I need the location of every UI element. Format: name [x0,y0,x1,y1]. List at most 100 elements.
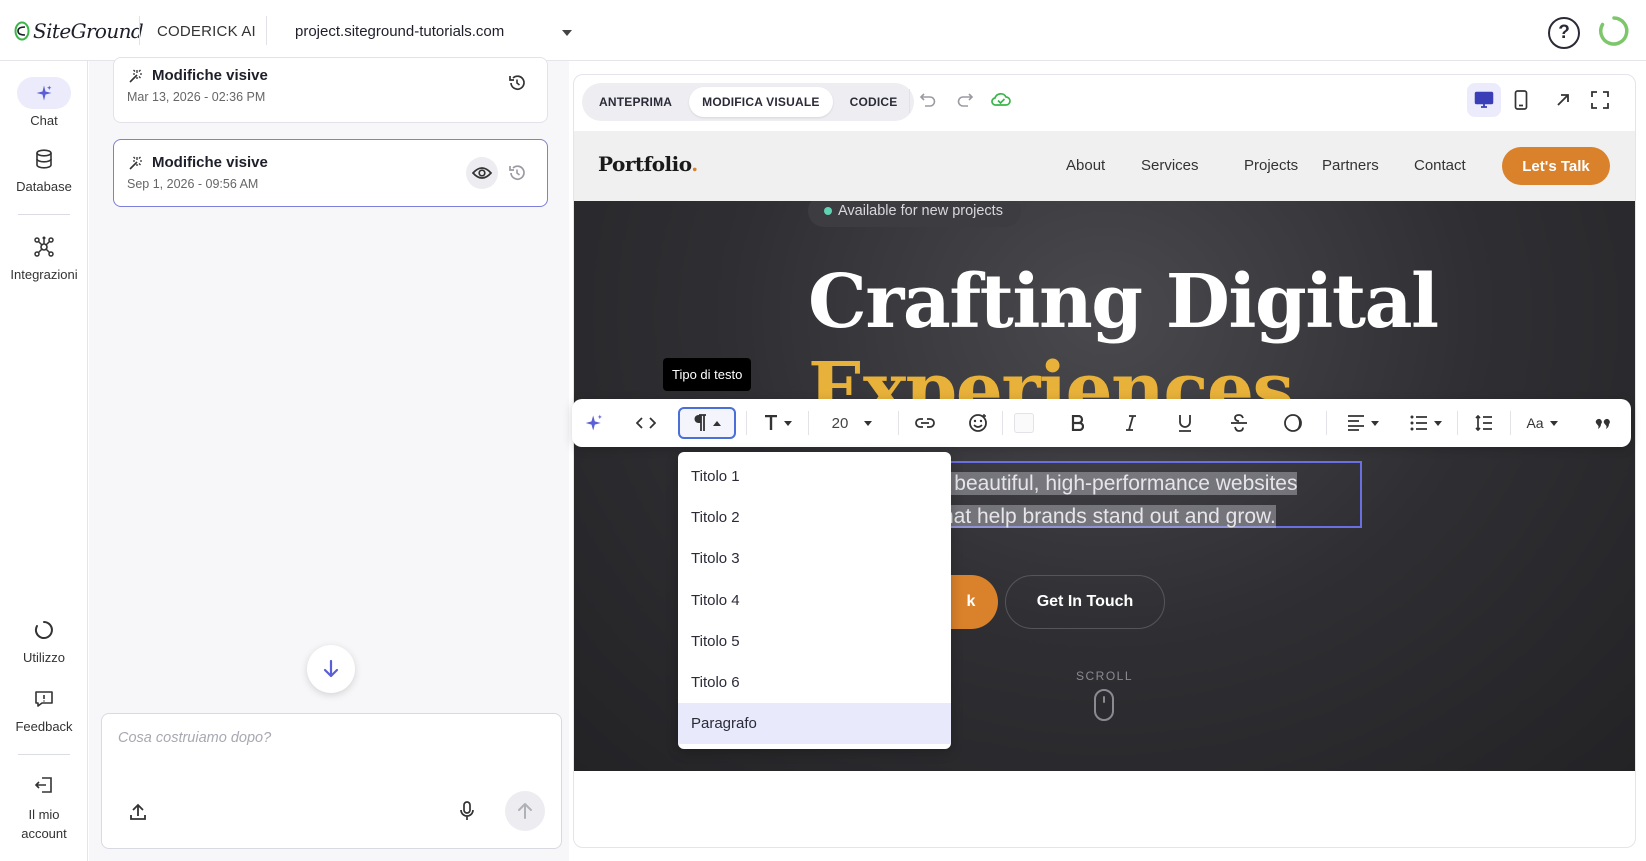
option-titolo-3[interactable]: Titolo 3 [678,538,951,579]
site-nav-about[interactable]: About [1066,157,1105,174]
sparkle-icon [585,414,602,431]
divider [266,16,267,45]
loading-spinner-icon [1599,16,1629,46]
open-external-icon[interactable] [1555,92,1571,108]
history-card[interactable]: Modifiche visive Mar 13, 2026 - 02:36 PM [113,57,548,123]
strikethrough-button[interactable] [1212,407,1266,439]
html-code-button[interactable] [634,407,658,439]
cloud-saved-icon[interactable] [990,89,1012,109]
chevron-down-icon[interactable] [561,29,573,37]
nav-label: Chat [30,113,58,128]
eye-icon [472,167,492,179]
divider [1326,411,1327,435]
domain-selector[interactable]: project.siteground-tutorials.com [295,23,504,40]
underline-icon [1179,415,1191,432]
list-button[interactable] [1405,407,1447,439]
send-button[interactable] [505,791,545,831]
quote-button[interactable] [1592,407,1614,439]
left-navigation: Chat Database Integrazioni Utilizzo Feed… [0,61,88,861]
feedback-icon [34,683,54,715]
text-type-tooltip: Tipo di testo [663,358,752,391]
lets-talk-button[interactable]: Let's Talk [1502,147,1610,185]
quote-icon [1595,418,1610,429]
database-icon [35,143,53,175]
tab-anteprima[interactable]: ANTEPRIMA [586,87,685,117]
divider [1510,411,1511,435]
font-style-button[interactable] [758,407,798,439]
font-size-select[interactable]: 20 [822,407,882,439]
line-height-button[interactable] [1471,407,1497,439]
site-nav-projects[interactable]: Projects [1244,157,1298,174]
redo-icon[interactable] [956,90,974,108]
site-nav-partners[interactable]: Partners [1322,157,1379,174]
nav-item-chat[interactable]: Chat [0,77,88,128]
divider [909,89,910,113]
divider [1457,411,1458,435]
caret-down-icon [864,420,873,426]
restore-icon[interactable] [507,163,527,183]
option-titolo-4[interactable]: Titolo 4 [678,580,951,621]
desktop-view-button[interactable] [1467,83,1501,117]
scroll-to-bottom-button[interactable] [307,645,355,693]
help-button[interactable]: ? [1548,17,1580,49]
option-titolo-1[interactable]: Titolo 1 [678,456,951,497]
nav-item-integrazioni[interactable]: Integrazioni [0,231,88,282]
line-height-icon [1475,415,1492,431]
caret-down-icon [1549,420,1558,426]
arrow-down-icon [323,659,339,678]
mobile-view-button[interactable] [1504,83,1538,117]
emoji-button[interactable] [965,407,991,439]
chat-panel: Modifiche visive Mar 13, 2026 - 02:36 PM… [89,57,569,861]
caret-down-icon [784,420,792,426]
upload-icon[interactable] [129,803,147,821]
case-label: Aa [1526,415,1544,431]
nav-item-database[interactable]: Database [0,143,88,194]
hero-title[interactable]: Crafting Digital [808,259,1439,345]
option-titolo-2[interactable]: Titolo 2 [678,497,951,538]
sparkle-icon [17,77,71,109]
text-icon [765,415,777,430]
nav-item-feedback[interactable]: Feedback [0,683,88,734]
bullet-list-icon [1410,415,1427,431]
divider [898,411,899,435]
history-date: Mar 13, 2026 - 02:36 PM [127,90,266,104]
link-button[interactable] [912,407,938,439]
fullscreen-icon[interactable] [1591,91,1609,109]
logout-icon [34,769,54,801]
integrations-icon [33,231,55,263]
preview-button[interactable] [466,157,498,189]
mode-tabs: ANTEPRIMA MODIFICA VISUALE CODICE [582,83,915,121]
undo-icon[interactable] [919,90,937,108]
bold-button[interactable] [1050,407,1104,439]
site-nav-services[interactable]: Services [1141,157,1199,174]
option-titolo-5[interactable]: Titolo 5 [678,621,951,662]
ai-edit-button[interactable] [582,407,606,439]
restore-icon[interactable] [507,73,527,93]
italic-icon [1126,415,1136,431]
divider [1002,411,1003,435]
align-button[interactable] [1342,407,1384,439]
history-card-selected[interactable]: Modifiche visive Sep 1, 2026 - 09:56 AM [113,139,548,207]
microphone-icon[interactable] [459,801,475,821]
option-paragrafo[interactable]: Paragrafo [678,703,951,745]
text-color-button[interactable] [1012,407,1036,439]
text-case-button[interactable]: Aa [1522,407,1562,439]
tab-modifica-visuale[interactable]: MODIFICA VISUALE [689,87,833,117]
highlight-button[interactable] [1266,407,1320,439]
tab-codice[interactable]: CODICE [837,87,911,117]
italic-button[interactable] [1104,407,1158,439]
align-left-icon [1348,415,1364,431]
underline-button[interactable] [1158,407,1212,439]
nav-item-utilizzo[interactable]: Utilizzo [0,614,88,665]
site-brand[interactable]: Portfolio. [598,152,698,176]
contrast-icon [1284,414,1302,432]
text-type-dropdown-button[interactable] [678,407,736,439]
site-nav-contact[interactable]: Contact [1414,157,1466,174]
option-titolo-6[interactable]: Titolo 6 [678,662,951,703]
prompt-input[interactable] [118,730,538,746]
mobile-icon [1514,90,1528,110]
nav-item-account[interactable]: Il mio account [0,769,88,843]
get-in-touch-button[interactable]: Get In Touch [1005,575,1165,629]
siteground-logo[interactable]: SiteGround [14,19,144,43]
paragraph-icon [694,414,706,431]
